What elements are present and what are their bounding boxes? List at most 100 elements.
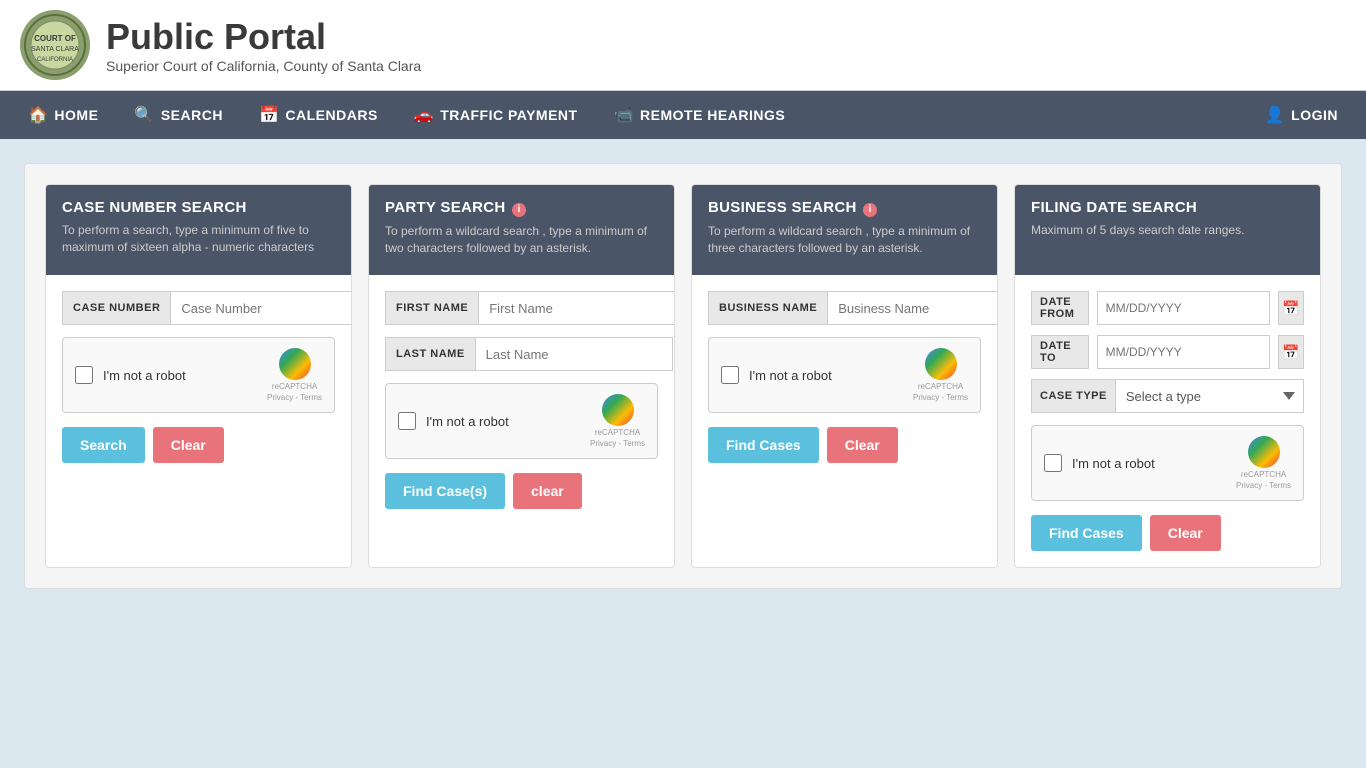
business-search-title: BUSINESS SEARCH i	[708, 199, 981, 217]
case-number-input[interactable]	[171, 291, 352, 325]
case-number-card: CASE NUMBER SEARCH To perform a search, …	[45, 184, 352, 568]
date-to-calendar-icon[interactable]: 📅	[1278, 335, 1304, 369]
business-captcha-checkbox[interactable]	[721, 366, 739, 384]
nav-search[interactable]: 🔍 SEARCH	[116, 91, 241, 139]
nav-hearings[interactable]: 📹 REMOTE HEARINGS	[596, 91, 804, 139]
business-info-icon[interactable]: i	[863, 203, 877, 217]
site-header: COURT OF SANTA CLARA CALIFORNIA Public P…	[0, 0, 1366, 91]
party-clear-button[interactable]: clear	[513, 473, 582, 509]
business-captcha-label: I'm not a robot	[749, 368, 903, 383]
nav-search-label: SEARCH	[161, 107, 223, 123]
date-to-row: DATE TO 📅	[1031, 335, 1304, 369]
home-icon: 🏠	[28, 105, 48, 125]
user-icon: 👤	[1265, 105, 1285, 125]
filing-date-desc: Maximum of 5 days search date ranges.	[1031, 222, 1304, 239]
party-recaptcha-icon	[602, 394, 634, 426]
business-name-input-row: BUSINESS NAME	[708, 291, 981, 325]
case-number-body: CASE NUMBER I'm not a robot reCAPTCHA Pr…	[46, 275, 351, 479]
date-from-calendar-icon[interactable]: 📅	[1278, 291, 1304, 325]
site-logo: COURT OF SANTA CLARA CALIFORNIA	[20, 10, 90, 80]
case-number-buttons: Search Clear	[62, 427, 335, 463]
party-recaptcha-label: reCAPTCHA	[595, 428, 640, 437]
captcha-logo: reCAPTCHA Privacy - Terms	[267, 348, 322, 402]
business-clear-button[interactable]: Clear	[827, 427, 898, 463]
filing-date-header: FILING DATE SEARCH Maximum of 5 days sea…	[1015, 185, 1320, 275]
party-info-icon[interactable]: i	[512, 203, 526, 217]
first-name-input-row: FIRST NAME	[385, 291, 658, 325]
business-recaptcha-terms: Privacy - Terms	[913, 393, 968, 402]
nav-login-label: LOGIN	[1291, 107, 1338, 123]
party-search-desc: To perform a wildcard search , type a mi…	[385, 223, 658, 257]
filing-find-button[interactable]: Find Cases	[1031, 515, 1142, 551]
filing-clear-button[interactable]: Clear	[1150, 515, 1221, 551]
party-search-title: PARTY SEARCH i	[385, 199, 658, 217]
business-search-body: BUSINESS NAME I'm not a robot reCAPTCHA …	[692, 275, 997, 479]
case-number-search-button[interactable]: Search	[62, 427, 145, 463]
case-type-row: CASE TYPE Select a type	[1031, 379, 1304, 413]
date-from-label: DATE FROM	[1031, 291, 1089, 325]
last-name-label: LAST NAME	[385, 337, 476, 371]
party-captcha-logo: reCAPTCHA Privacy - Terms	[590, 394, 645, 448]
business-search-buttons: Find Cases Clear	[708, 427, 981, 463]
party-search-body: FIRST NAME LAST NAME I'm not a robot reC…	[369, 275, 674, 525]
party-captcha-label: I'm not a robot	[426, 414, 580, 429]
date-to-input[interactable]	[1097, 335, 1270, 369]
business-recaptcha-label: reCAPTCHA	[918, 382, 963, 391]
filing-captcha: I'm not a robot reCAPTCHA Privacy - Term…	[1031, 425, 1304, 501]
recaptcha-label: reCAPTCHA	[272, 382, 317, 391]
business-search-card: BUSINESS SEARCH i To perform a wildcard …	[691, 184, 998, 568]
party-search-buttons: Find Case(s) clear	[385, 473, 658, 509]
business-name-label: BUSINESS NAME	[708, 291, 828, 325]
svg-text:COURT OF: COURT OF	[34, 34, 76, 43]
business-captcha-logo: reCAPTCHA Privacy - Terms	[913, 348, 968, 402]
nav-home-label: HOME	[54, 107, 98, 123]
video-icon: 📹	[614, 105, 634, 125]
case-type-select[interactable]: Select a type	[1116, 379, 1304, 413]
recaptcha-icon	[279, 348, 311, 380]
filing-recaptcha-label: reCAPTCHA	[1241, 470, 1286, 479]
header-title-block: Public Portal Superior Court of Californ…	[106, 16, 421, 74]
business-captcha: I'm not a robot reCAPTCHA Privacy - Term…	[708, 337, 981, 413]
main-content: CASE NUMBER SEARCH To perform a search, …	[0, 139, 1366, 613]
filing-recaptcha-terms: Privacy - Terms	[1236, 481, 1291, 490]
business-search-desc: To perform a wildcard search , type a mi…	[708, 223, 981, 257]
search-container: CASE NUMBER SEARCH To perform a search, …	[24, 163, 1342, 589]
business-name-input[interactable]	[828, 291, 998, 325]
date-to-label: DATE TO	[1031, 335, 1089, 369]
portal-title: Public Portal	[106, 16, 421, 58]
case-number-title: CASE NUMBER SEARCH	[62, 199, 335, 216]
nav-traffic-label: TRAFFIC PAYMENT	[440, 107, 577, 123]
case-type-wrapper: Select a type	[1116, 379, 1304, 413]
party-recaptcha-terms: Privacy - Terms	[590, 439, 645, 448]
nav-traffic[interactable]: 🚗 TRAFFIC PAYMENT	[396, 91, 596, 139]
nav-calendars-label: CALENDARS	[285, 107, 377, 123]
nav-login[interactable]: 👤 LOGIN	[1247, 91, 1356, 139]
last-name-input[interactable]	[476, 337, 673, 371]
filing-date-card: FILING DATE SEARCH Maximum of 5 days sea…	[1014, 184, 1321, 568]
business-find-button[interactable]: Find Cases	[708, 427, 819, 463]
last-name-input-row: LAST NAME	[385, 337, 658, 371]
filing-captcha-checkbox[interactable]	[1044, 454, 1062, 472]
case-number-label: CASE NUMBER	[62, 291, 171, 325]
party-search-card: PARTY SEARCH i To perform a wildcard sea…	[368, 184, 675, 568]
first-name-input[interactable]	[479, 291, 675, 325]
filing-recaptcha-icon	[1248, 436, 1280, 468]
party-find-button[interactable]: Find Case(s)	[385, 473, 505, 509]
case-number-captcha-checkbox[interactable]	[75, 366, 93, 384]
case-number-desc: To perform a search, type a minimum of f…	[62, 222, 335, 256]
party-search-header: PARTY SEARCH i To perform a wildcard sea…	[369, 185, 674, 275]
nav-home[interactable]: 🏠 HOME	[10, 91, 116, 139]
case-number-input-row: CASE NUMBER	[62, 291, 335, 325]
business-search-header: BUSINESS SEARCH i To perform a wildcard …	[692, 185, 997, 275]
case-number-captcha: I'm not a robot reCAPTCHA Privacy - Term…	[62, 337, 335, 413]
nav-calendars[interactable]: 📅 CALENDARS	[241, 91, 396, 139]
filing-captcha-logo: reCAPTCHA Privacy - Terms	[1236, 436, 1291, 490]
case-number-captcha-label: I'm not a robot	[103, 368, 257, 383]
svg-text:CALIFORNIA: CALIFORNIA	[37, 57, 73, 63]
party-captcha-checkbox[interactable]	[398, 412, 416, 430]
calendar-icon: 📅	[259, 105, 279, 125]
filing-date-buttons: Find Cases Clear	[1031, 515, 1304, 551]
recaptcha-terms: Privacy - Terms	[267, 393, 322, 402]
date-from-input[interactable]	[1097, 291, 1270, 325]
case-number-clear-button[interactable]: Clear	[153, 427, 224, 463]
